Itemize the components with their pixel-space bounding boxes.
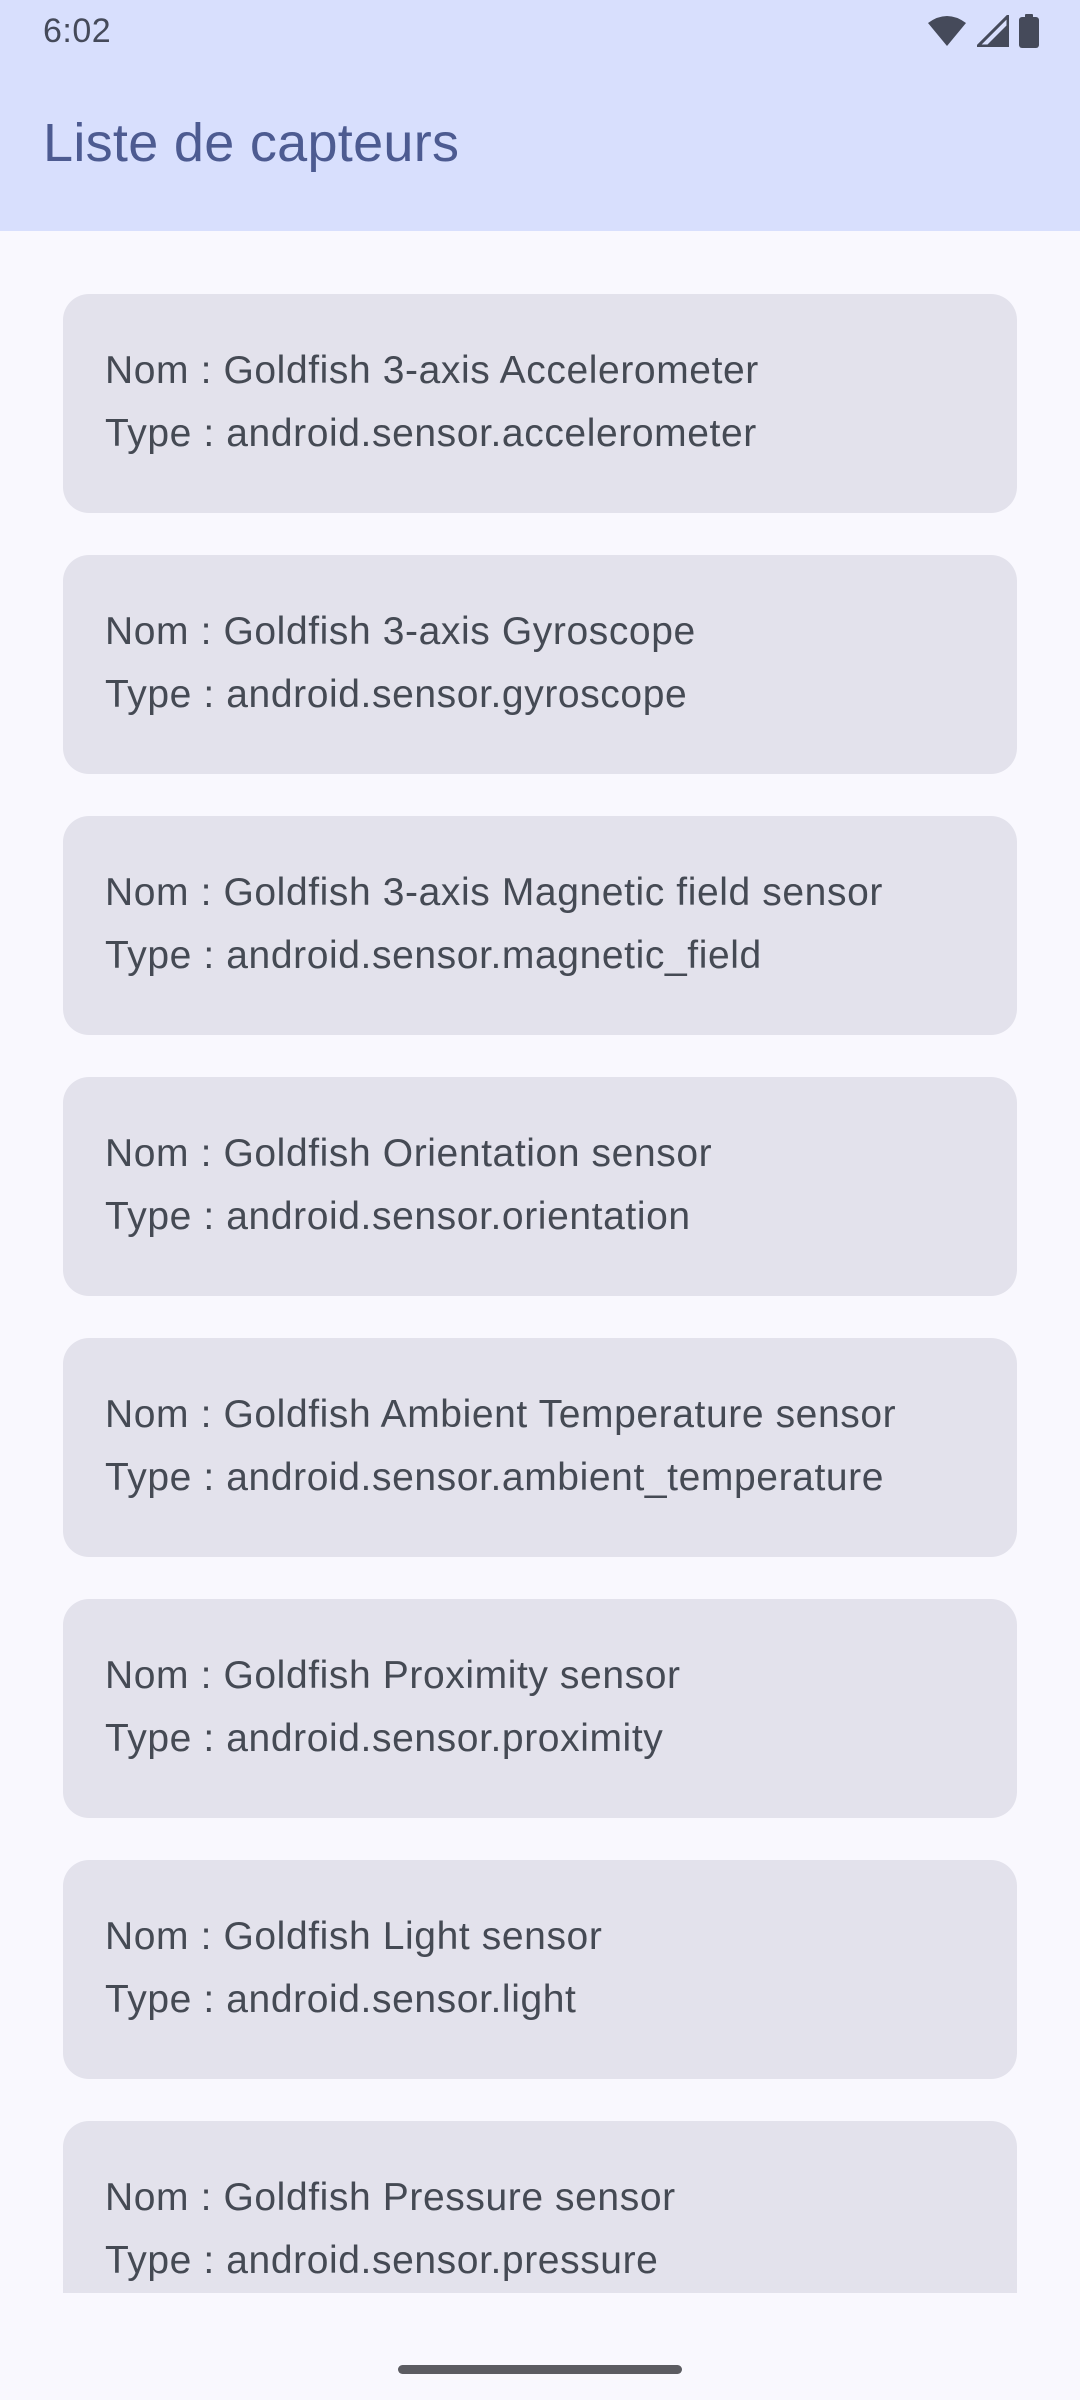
battery-icon <box>1019 14 1039 48</box>
sensor-name: Nom : Goldfish Ambient Temperature senso… <box>105 1393 897 1436</box>
sensor-name: Nom : Goldfish Light sensor <box>105 1915 603 1958</box>
sensor-name: Nom : Goldfish 3-axis Magnetic field sen… <box>105 871 883 914</box>
sensor-type: Type : android.sensor.ambient_temperatur… <box>105 1456 885 1499</box>
status-time: 6:02 <box>43 12 112 50</box>
sensor-card[interactable]: Nom : Goldfish Light sensor Type : andro… <box>63 1860 1017 2079</box>
sensor-name: Nom : Goldfish Orientation sensor <box>105 1132 713 1175</box>
sensor-type: Type : android.sensor.light <box>105 1978 577 2021</box>
status-bar: 6:02 <box>0 0 1080 62</box>
wifi-icon <box>927 15 967 47</box>
cell-signal-icon <box>977 15 1009 47</box>
sensor-name: Nom : Goldfish Proximity sensor <box>105 1654 681 1697</box>
sensor-card[interactable]: Nom : Goldfish 3-axis Accelerometer Type… <box>63 294 1017 513</box>
sensor-card[interactable]: Nom : Goldfish Pressure sensor Type : an… <box>63 2121 1017 2293</box>
sensor-list: Nom : Goldfish 3-axis Accelerometer Type… <box>63 294 1017 2293</box>
sensor-card[interactable]: Nom : Goldfish Ambient Temperature senso… <box>63 1338 1017 1557</box>
page-title: Liste de capteurs <box>43 113 460 173</box>
sensor-name: Nom : Goldfish 3-axis Gyroscope <box>105 610 696 653</box>
sensor-name: Nom : Goldfish Pressure sensor <box>105 2176 676 2219</box>
app-bar: 6:02 Liste de capteurs <box>0 0 1080 231</box>
sensor-type: Type : android.sensor.pressure <box>105 2239 659 2282</box>
sensor-card[interactable]: Nom : Goldfish 3-axis Gyroscope Type : a… <box>63 555 1017 774</box>
status-icons <box>927 12 1039 50</box>
sensor-name: Nom : Goldfish 3-axis Accelerometer <box>105 349 759 392</box>
sensor-type: Type : android.sensor.gyroscope <box>105 673 688 716</box>
sensor-type: Type : android.sensor.magnetic_field <box>105 934 762 977</box>
gesture-nav-handle[interactable] <box>398 2365 682 2374</box>
sensor-type: Type : android.sensor.accelerometer <box>105 412 757 455</box>
sensor-card[interactable]: Nom : Goldfish 3-axis Magnetic field sen… <box>63 816 1017 1035</box>
sensor-card[interactable]: Nom : Goldfish Orientation sensor Type :… <box>63 1077 1017 1296</box>
sensor-type: Type : android.sensor.proximity <box>105 1717 664 1760</box>
sensor-type: Type : android.sensor.orientation <box>105 1195 691 1238</box>
sensor-card[interactable]: Nom : Goldfish Proximity sensor Type : a… <box>63 1599 1017 1818</box>
sensor-list-viewport[interactable]: Nom : Goldfish 3-axis Accelerometer Type… <box>0 231 1080 2293</box>
